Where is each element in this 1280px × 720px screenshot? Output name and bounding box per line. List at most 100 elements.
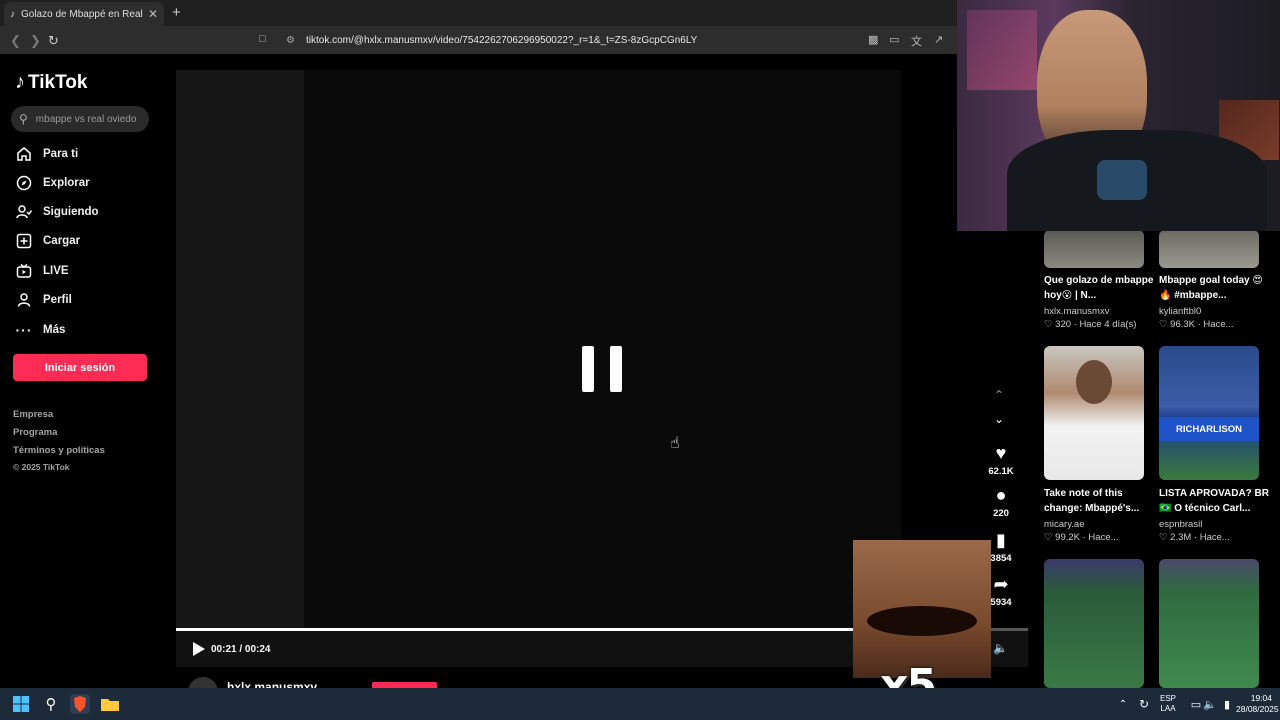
tiktok-logo[interactable]: ♪ TikTok [15, 71, 87, 94]
reader-off-icon[interactable]: ▩ [868, 33, 878, 46]
rec-author-1[interactable]: hxlx.manusmxv [1044, 306, 1109, 317]
sync-icon[interactable]: ↻ [1134, 694, 1154, 714]
chevron-up-icon[interactable]: ⌃ [994, 388, 1004, 402]
webcam-overlay [957, 0, 1280, 231]
watch [1097, 160, 1147, 200]
tab-title: Golazo de Mbappé en Real M [21, 8, 144, 20]
footer-copyright: © 2025 TikTok [13, 462, 70, 472]
pause-icon[interactable] [582, 346, 622, 392]
tiktok-favicon-icon: ♪ [10, 8, 15, 20]
comment-action[interactable]: ● 220 [984, 485, 1018, 519]
logo-text: TikTok [28, 71, 88, 93]
nav-label: Explorar [43, 177, 90, 189]
footer-link-terminos[interactable]: Términos y políticas [13, 445, 105, 456]
nav-item-para-ti[interactable]: Para ti [15, 144, 165, 164]
language-code: ESP [1160, 694, 1177, 703]
rec-thumbnail-6[interactable] [1159, 559, 1259, 688]
nav-item-cargar[interactable]: Cargar [15, 231, 165, 251]
rec-thumbnail-2[interactable] [1159, 230, 1259, 268]
url-text: tiktok.com/@hxlx.manusmxv/video/75422627… [306, 34, 698, 46]
heart-icon: ♥ [995, 443, 1007, 463]
video-time: 00:21 / 00:24 [211, 644, 271, 655]
rec-title-1[interactable]: Que golazo de mbappe hoy😮 | N... [1044, 273, 1154, 303]
like-action[interactable]: ♥ 62.1K [984, 443, 1018, 477]
search-placeholder: mbappe vs real oviedo [35, 113, 137, 125]
share-page-icon[interactable]: ↗ [934, 33, 943, 46]
nav-label: Cargar [43, 235, 81, 247]
more-icon: ··· [15, 322, 33, 338]
recommendations-panel: Que golazo de mbappe hoy😮 | N... hxlx.ma… [1028, 230, 1280, 688]
nav-label: Más [43, 324, 66, 336]
nav-item-siguiendo[interactable]: Siguiendo [15, 202, 165, 222]
rec-thumbnail-1[interactable] [1044, 230, 1144, 268]
laughing-meme-image [853, 540, 991, 678]
site-settings-icon[interactable]: ⚙ [286, 35, 295, 46]
rec-thumbnail-5[interactable] [1044, 559, 1144, 688]
search-icon: ⚲ [19, 112, 28, 126]
player-face [1076, 360, 1112, 404]
home-icon [15, 145, 33, 163]
new-tab-button[interactable]: + [172, 4, 181, 21]
background-poster [967, 10, 1037, 90]
tiktok-note-icon: ♪ [15, 71, 25, 93]
chevron-up-tray-icon[interactable]: ⌃ [1113, 694, 1133, 714]
rec-meta-4: ♡ 2.3M · Hace... [1159, 532, 1230, 543]
upload-icon [15, 232, 33, 250]
clock-time: 19:04 [1250, 693, 1272, 703]
file-explorer-icon[interactable] [100, 694, 120, 714]
brave-browser-icon[interactable] [70, 694, 90, 714]
rec-meta-1: ♡ 320 · Hace 4 día(s) [1044, 319, 1137, 330]
video-letterbox [176, 70, 304, 630]
reload-icon[interactable]: ↻ [48, 33, 59, 49]
language-indicator[interactable]: ESP LAA [1160, 694, 1176, 714]
comment-count: 220 [993, 508, 1009, 519]
search-input[interactable]: ⚲ mbappe vs real oviedo [11, 106, 149, 132]
bookmark-icon[interactable]: □ [259, 33, 266, 45]
forward-icon[interactable]: ❯ [30, 33, 41, 49]
chevron-down-icon[interactable]: ⌄ [994, 412, 1004, 426]
rec-title-4[interactable]: LISTA APROVADA? BR🇧🇷 O técnico Carl... [1159, 486, 1269, 516]
footer-link-programa[interactable]: Programa [13, 427, 57, 438]
meme-mouth [867, 606, 977, 636]
keyboard-layout: LAA [1160, 704, 1176, 713]
rec-author-3[interactable]: micary.ae [1044, 519, 1084, 530]
browser-tab[interactable]: ♪ Golazo de Mbappé en Real M ✕ [4, 2, 164, 26]
thumbnail-overlay-label: RICHARLISON [1159, 417, 1259, 441]
nav-item-explorar[interactable]: Explorar [15, 173, 165, 193]
nav-label: Para ti [43, 148, 79, 160]
nav-label: Siguiendo [43, 206, 99, 218]
nav-label: LIVE [43, 265, 69, 277]
cursor-hand-icon: ☝ [670, 435, 680, 452]
rec-author-4[interactable]: espnbrasil [1159, 519, 1202, 530]
address-bar[interactable]: ⚙ tiktok.com/@hxlx.manusmxv/video/754226… [280, 30, 950, 50]
login-button[interactable]: Iniciar sesión [13, 354, 147, 381]
nav-item-mas[interactable]: ··· Más [15, 320, 165, 340]
rec-meta-3: ♡ 99.2K · Hace... [1044, 532, 1119, 543]
play-icon[interactable] [192, 641, 206, 657]
battery-icon[interactable]: ▮ [1217, 694, 1237, 714]
progress-fill [176, 628, 858, 631]
compass-icon [15, 174, 33, 192]
profile-icon [15, 291, 33, 309]
rec-thumbnail-4[interactable]: RICHARLISON [1159, 346, 1259, 480]
translate-icon[interactable]: 文 [911, 33, 922, 49]
windows-taskbar [0, 688, 1280, 720]
clock-date: 28/08/2025 [1236, 704, 1279, 714]
live-icon [15, 262, 33, 280]
rec-thumbnail-3[interactable] [1044, 346, 1144, 480]
screen-icon[interactable]: ▭ [889, 33, 899, 46]
nav-label: Perfil [43, 294, 72, 306]
rec-author-2[interactable]: kylianftbl0 [1159, 306, 1201, 317]
taskbar-search-icon[interactable]: ⚲ [41, 694, 61, 714]
nav-item-live[interactable]: LIVE [15, 261, 165, 281]
rec-meta-2: ♡ 96.3K · Hace... [1159, 319, 1234, 330]
rec-title-3[interactable]: Take note of this change: Mbappé's... [1044, 486, 1154, 516]
windows-start-icon[interactable] [11, 694, 31, 714]
nav-item-perfil[interactable]: Perfil [15, 290, 165, 310]
back-icon[interactable]: ❮ [10, 33, 21, 49]
footer-link-empresa[interactable]: Empresa [13, 409, 53, 420]
rec-title-2[interactable]: Mbappe goal today 😍🔥 #mbappe... [1159, 273, 1269, 303]
system-clock[interactable]: 19:04 28/08/2025 [1236, 693, 1279, 715]
tab-close-icon[interactable]: ✕ [148, 7, 158, 21]
volume-icon[interactable]: 🔈 [993, 641, 1008, 655]
